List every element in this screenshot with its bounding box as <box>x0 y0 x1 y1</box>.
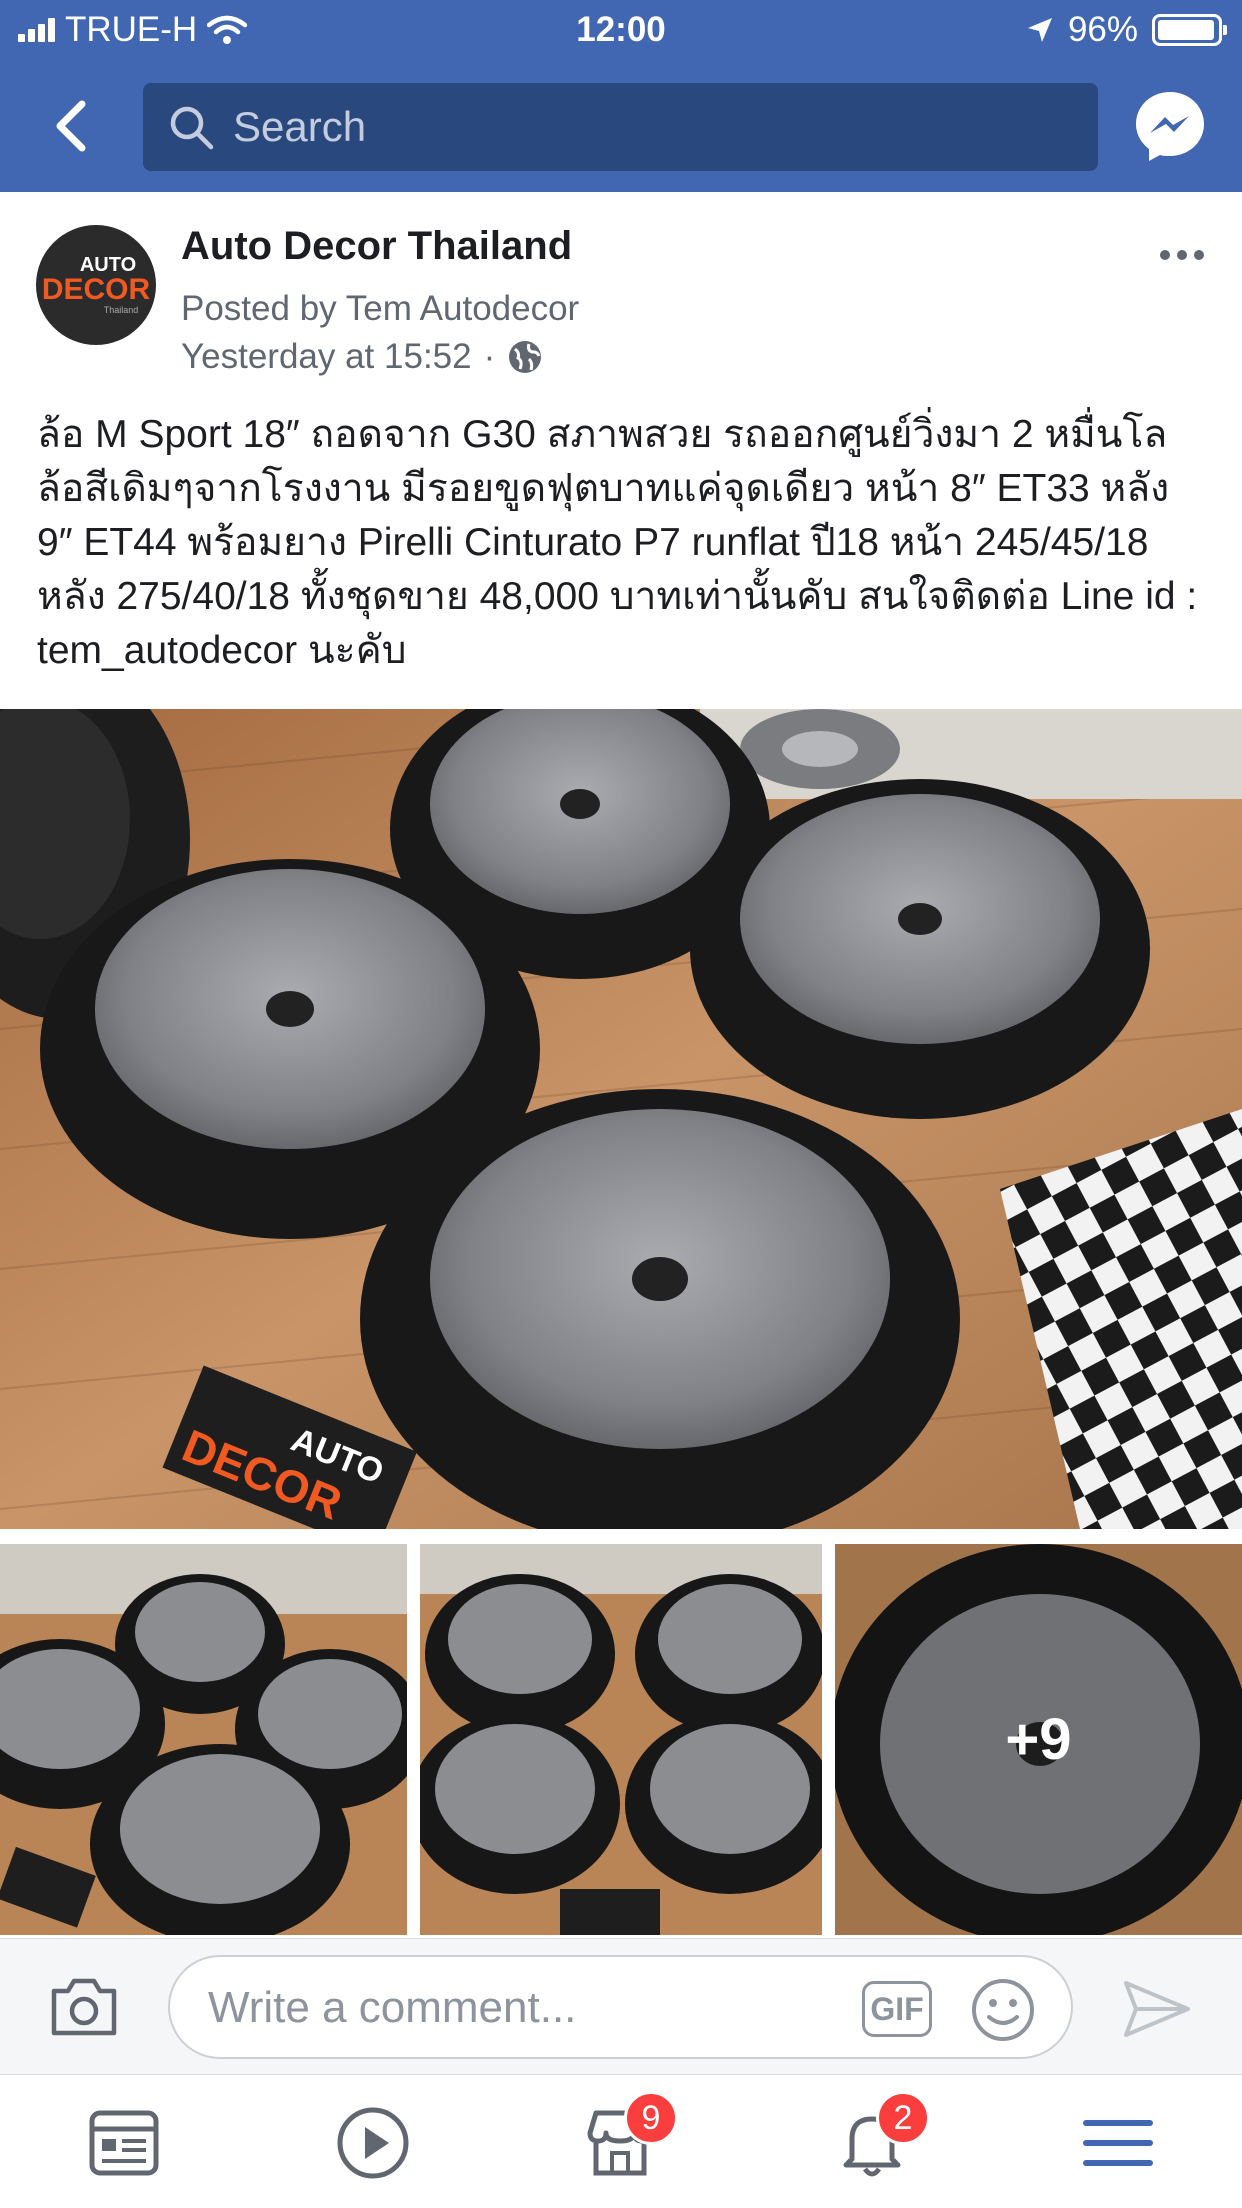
tab-marketplace[interactable]: 9 <box>580 2091 678 2183</box>
post-main-photo[interactable]: AUTO DECOR <box>0 709 1242 1529</box>
search-placeholder: Search <box>233 103 367 150</box>
time-separator: · <box>483 337 496 376</box>
send-icon[interactable] <box>1122 1979 1192 2039</box>
marketplace-badge: 9 <box>624 2091 678 2145</box>
globe-icon <box>509 341 542 373</box>
battery-percent: 96% <box>1067 10 1138 49</box>
comment-placeholder: Write a comment... <box>208 1983 577 2032</box>
comment-input[interactable]: Write a comment... GIF <box>168 1955 1073 2059</box>
tab-menu[interactable] <box>1078 2103 1158 2183</box>
photo-thumbnail[interactable] <box>0 1544 407 1935</box>
more-options-button[interactable] <box>1160 240 1206 270</box>
post-timestamp[interactable]: Yesterday at 15:52 · <box>181 337 543 377</box>
battery-icon <box>1152 14 1227 46</box>
gif-button[interactable]: GIF <box>862 1981 932 2037</box>
wheel <box>690 779 1150 1119</box>
location-arrow-icon <box>1027 18 1052 42</box>
thumbnail-image <box>420 1544 822 1935</box>
posted-by-text: Posted by Tem Autodecor <box>181 289 580 328</box>
tab-news-feed[interactable] <box>84 2103 164 2183</box>
tab-watch[interactable] <box>333 2103 413 2183</box>
play-icon <box>337 2107 409 2179</box>
chevron-left-icon[interactable] <box>44 96 104 156</box>
page-name-link[interactable]: Auto Decor Thailand <box>181 224 572 269</box>
photo-thumbnail-more[interactable]: +9 <box>835 1544 1242 1935</box>
photo-thumbnail-grid: +9 <box>0 1544 1242 1935</box>
top-navigation-bar: TRUE-H 12:00 96% Search <box>0 0 1242 192</box>
status-bar: TRUE-H 12:00 96% <box>0 0 1242 60</box>
search-input[interactable]: Search <box>143 83 1098 171</box>
menu-icon <box>1083 2120 1153 2166</box>
camera-icon[interactable] <box>48 1975 120 2039</box>
tab-notifications[interactable]: 2 <box>832 2091 930 2183</box>
emoji-icon[interactable] <box>970 1977 1036 2043</box>
wheels-photo-image: AUTO DECOR <box>0 709 1242 1529</box>
post-time-text: Yesterday at 15:52 <box>181 337 472 376</box>
messenger-icon[interactable] <box>1132 88 1208 164</box>
comment-composer: Write a comment... GIF <box>0 1938 1242 2074</box>
search-icon <box>170 106 214 150</box>
notifications-badge: 2 <box>876 2091 930 2145</box>
newsfeed-icon <box>89 2110 159 2176</box>
photo-thumbnail[interactable] <box>420 1544 822 1935</box>
bottom-tab-bar: 9 2 <box>0 2074 1242 2208</box>
post-body-text: ล้อ M Sport 18″ ถอดจาก G30 สภาพสวย รถออก… <box>37 413 1198 672</box>
thumbnail-image <box>0 1544 407 1935</box>
page-avatar[interactable]: AUTO DECOR Thailand <box>36 225 156 345</box>
wheel <box>360 1089 960 1529</box>
more-photos-count: +9 <box>835 1544 1242 1935</box>
